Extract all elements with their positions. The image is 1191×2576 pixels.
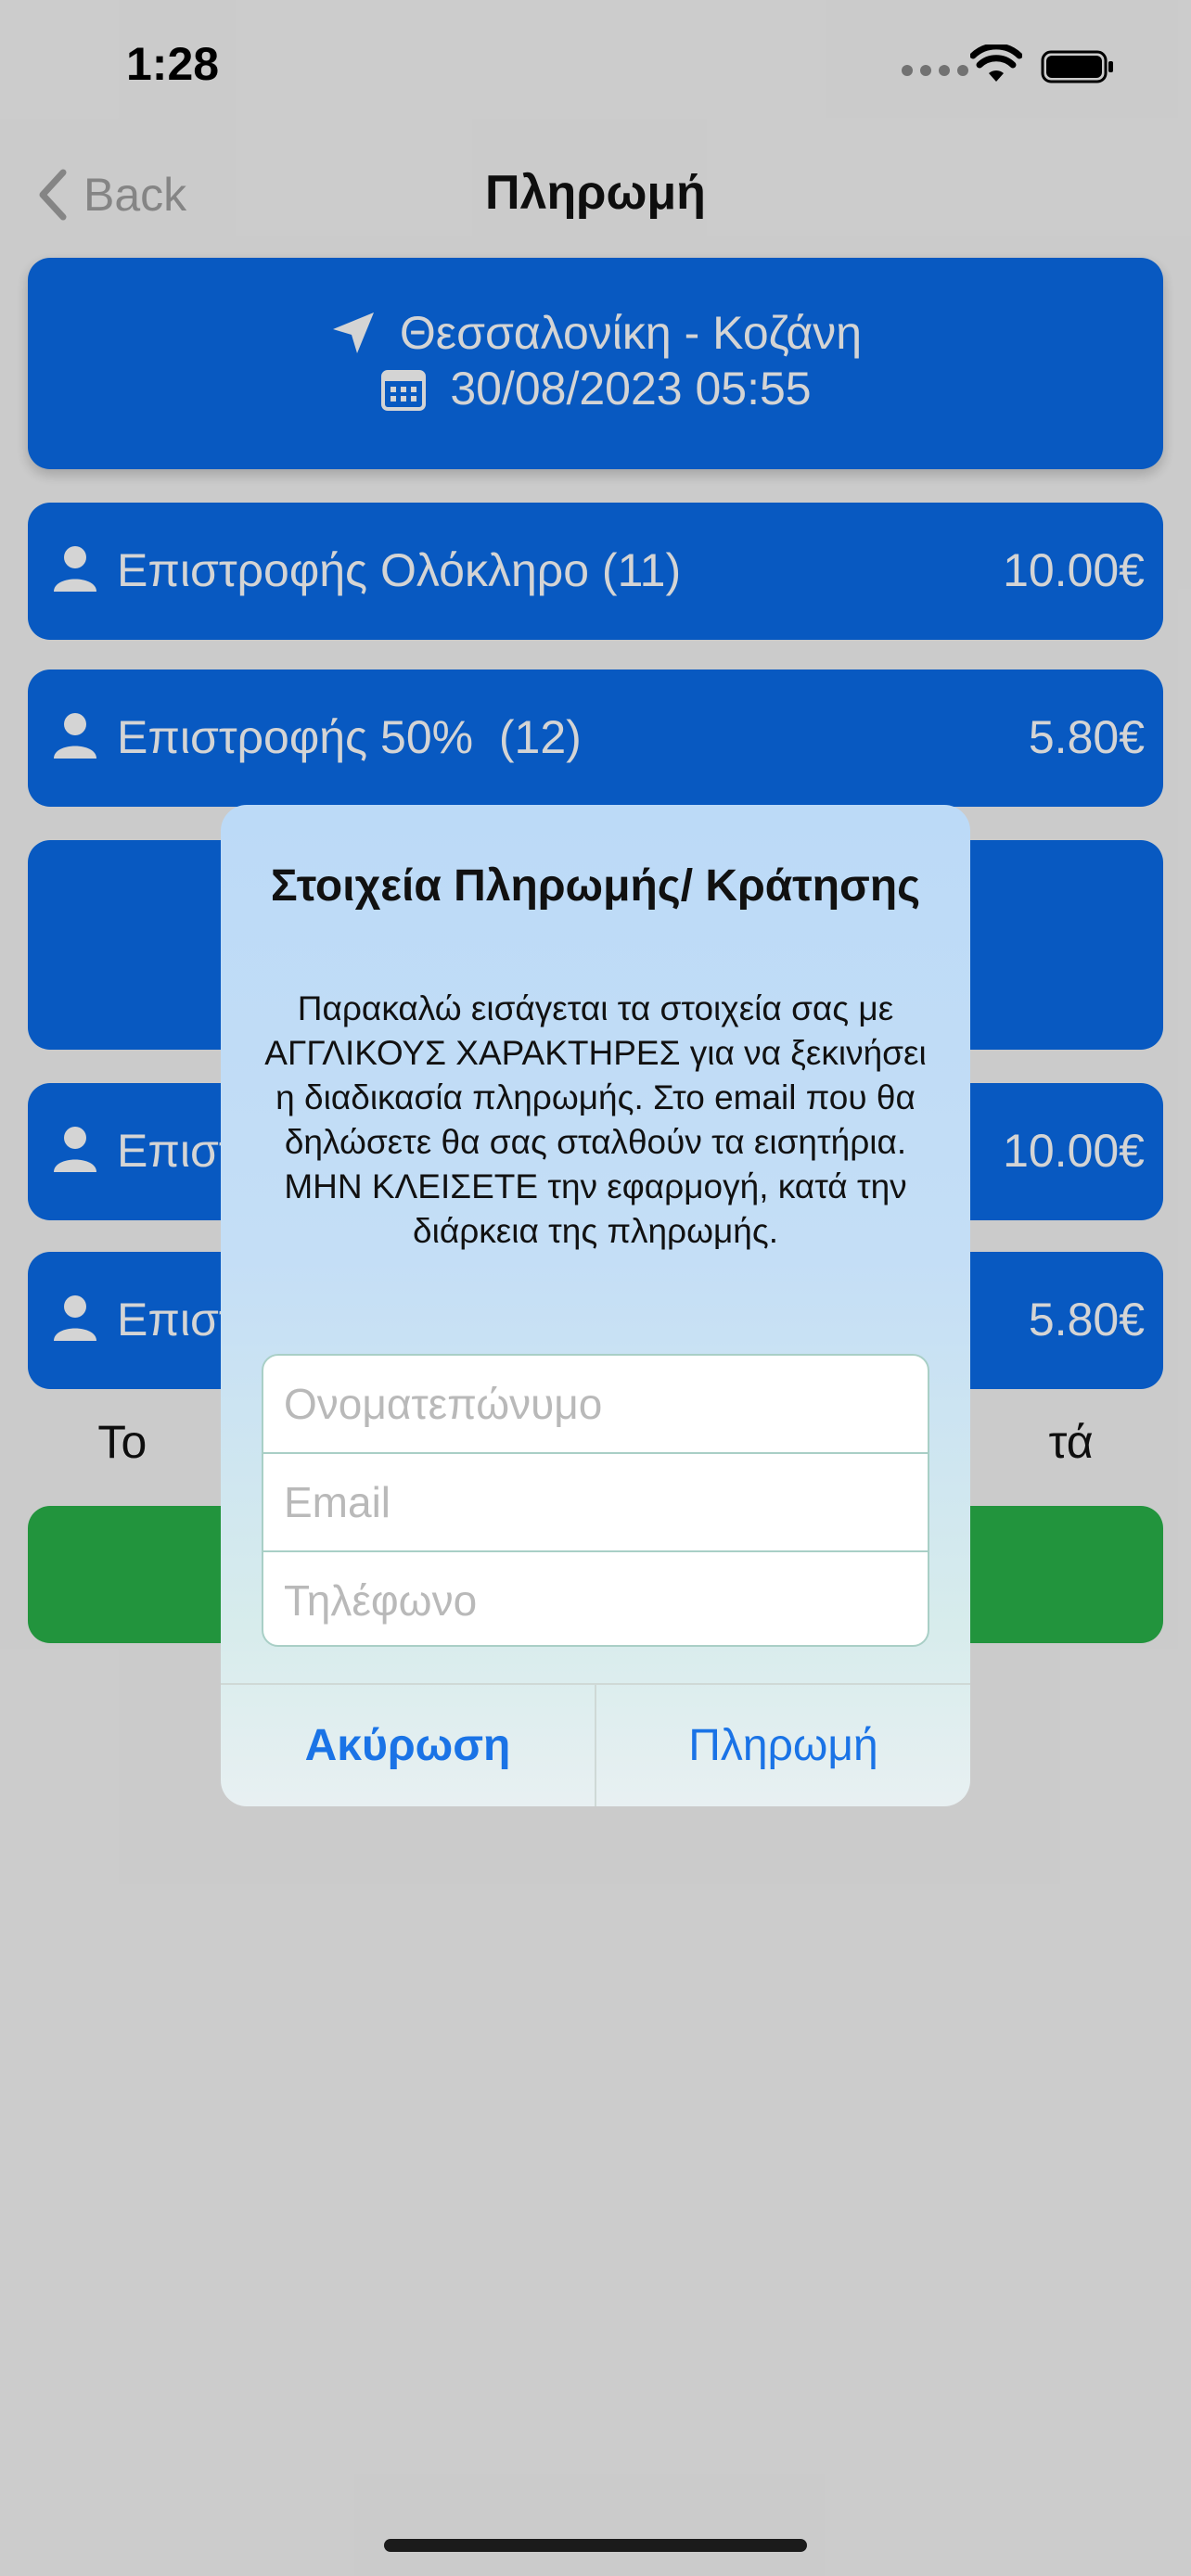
confirm-payment-button[interactable]: Πληρωμή: [596, 1685, 970, 1806]
dialog-actions: Ακύρωση Πληρωμή: [221, 1683, 970, 1806]
payment-details-dialog: Στοιχεία Πληρωμής/ Κράτησης Παρακαλώ εισ…: [221, 805, 970, 1806]
dialog-title: Στοιχεία Πληρωμής/ Κράτησης: [270, 861, 921, 911]
dialog-message: Παρακαλώ εισάγεται τα στοιχεία σας με ΑΓ…: [264, 989, 927, 1250]
home-indicator[interactable]: [384, 2539, 807, 2552]
email-field[interactable]: [263, 1454, 928, 1550]
full-name-field[interactable]: [263, 1356, 928, 1452]
form-fields: [262, 1354, 929, 1647]
cancel-button[interactable]: Ακύρωση: [221, 1685, 596, 1806]
phone-field[interactable]: [263, 1552, 928, 1645]
